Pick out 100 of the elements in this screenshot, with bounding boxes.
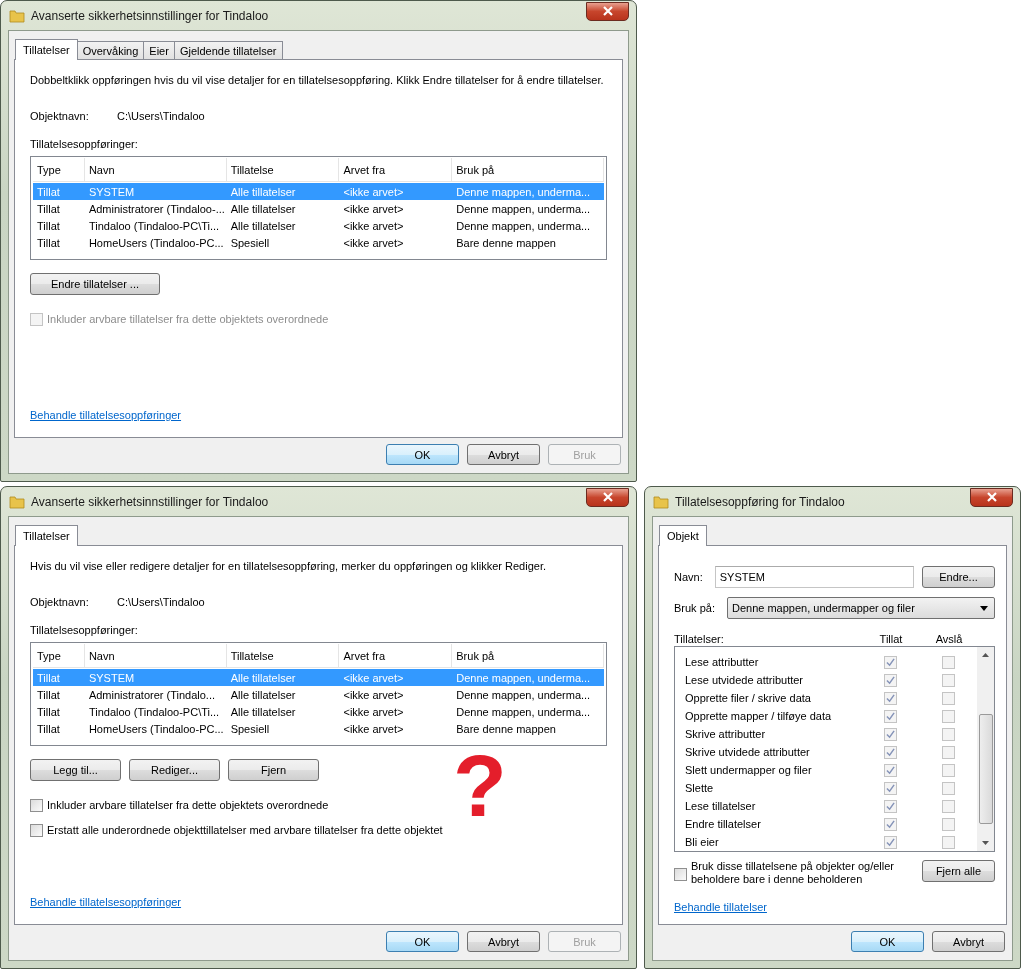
change-button[interactable]: Endre... — [922, 566, 995, 588]
table-row[interactable]: Tillat HomeUsers (Tindaloo-PC... Spesiell <ikke arvet> Bare denne mappen — [33, 720, 604, 737]
column-header[interactable]: Bruk på — [452, 158, 604, 181]
permission-name: Opprette mapper / tilføye data — [685, 709, 833, 723]
table-cell-text: Tillat — [36, 218, 61, 233]
dialog-button[interactable]: Avbryt — [932, 931, 1005, 952]
column-header[interactable]: Navn — [84, 158, 227, 181]
table-cell-text: <ikke arvet> — [342, 670, 405, 685]
checkbox-label: Inkluder arvbare tillatelser fra dette objektets overordnede — [47, 798, 329, 812]
window-title: Tillatelsesoppføring for Tindaloo — [675, 494, 846, 509]
tab[interactable]: Tillatelser — [15, 525, 78, 546]
checkbox[interactable] — [30, 823, 43, 837]
column-header[interactable]: Arvet fra — [339, 644, 453, 667]
tab[interactable]: Eier — [143, 41, 175, 59]
column-header[interactable]: Type — [33, 644, 85, 667]
object-name-label: Objektnavn: — [30, 595, 90, 609]
action-button[interactable]: Legg til... — [30, 759, 121, 781]
column-header[interactable]: Tillatelse — [226, 644, 340, 667]
tab[interactable]: Objekt — [659, 525, 707, 546]
remove-all-button[interactable]: Fjern alle — [922, 860, 995, 882]
permission-name: Lese attributter — [685, 655, 760, 669]
dialog-button[interactable]: OK — [386, 931, 459, 952]
table-row[interactable]: Tillat Administratorer (Tindalo... Alle tillatelser <ikke arvet> Denne mappen, underma... — [33, 686, 604, 703]
window-title: Avanserte sikkerhetsinnstillinger for Tindaloo — [31, 494, 270, 509]
folder-icon — [9, 7, 25, 24]
table-cell-text: Alle tillatelser — [229, 201, 297, 216]
table-cell-text: Tillat — [36, 670, 61, 685]
scroll-down-icon[interactable] — [982, 841, 989, 845]
scroll-up-icon[interactable] — [982, 653, 989, 657]
tab[interactable]: Gjeldende tillatelser — [173, 41, 283, 59]
close-button[interactable] — [586, 1, 629, 21]
table-cell-text: <ikke arvet> — [342, 218, 405, 233]
permission-name: Endre tillatelser — [685, 817, 762, 831]
dialog-button[interactable]: OK — [851, 931, 924, 952]
permissions-label: Tillatelser: — [674, 632, 725, 646]
dialog-button[interactable]: Avbryt — [467, 931, 540, 952]
table-cell-text: Tillat — [36, 721, 61, 736]
table-row[interactable]: Tillat Tindaloo (Tindaloo-PC\Ti... Alle tillatelser <ikke arvet> Denne mappen, underma... — [33, 703, 604, 720]
checkbox[interactable] — [674, 868, 687, 881]
table-row[interactable]: Tillat Administratorer (Tindaloo-... Alle tillatelser <ikke arvet> Denne mappen, underma... — [33, 200, 604, 217]
column-header: Avslå — [934, 632, 964, 646]
permission-name: Skrive utvidede attributter — [685, 745, 811, 759]
table-cell-text: Denne mappen, underma... — [455, 704, 592, 719]
column-header[interactable]: Type — [33, 158, 85, 181]
table-cell-text: <ikke arvet> — [342, 687, 405, 702]
dialog-button[interactable]: OK — [386, 444, 459, 465]
object-name-value: C:\Users\Tindaloo — [117, 109, 205, 123]
table-cell-text: Alle tillatelser — [229, 218, 297, 233]
manage-link[interactable]: Behandle tillatelsesoppføringer — [30, 895, 182, 909]
list-label: Tillatelsesoppføringer: — [30, 137, 139, 151]
close-icon — [601, 6, 614, 16]
checkbox-label: Bruk disse tillatelsene på objekter og/eller beholdere bare i denne beholderen — [691, 860, 895, 886]
table-cell-text: Alle tillatelser — [229, 687, 297, 702]
apply-dropdown[interactable]: Denne mappen, undermapper og filer — [726, 597, 995, 619]
table-cell-text: Tindaloo (Tindaloo-PC\Ti... — [87, 218, 221, 233]
table-cell-text: Tillat — [36, 704, 61, 719]
table-cell-text: Alle tillatelser — [229, 704, 297, 719]
column-header[interactable]: Navn — [84, 644, 227, 667]
checkbox-label: Erstatt alle underordnede objekttillatelser med arvbare tillatelser fra dette objektet — [47, 823, 443, 837]
action-button[interactable]: Rediger... — [129, 759, 220, 781]
checkbox[interactable] — [30, 798, 43, 812]
tab[interactable]: Overvåking — [76, 41, 145, 59]
table-cell-text: HomeUsers (Tindaloo-PC... — [87, 235, 225, 250]
table-cell-text: Alle tillatelser — [229, 670, 297, 685]
column-header[interactable]: Arvet fra — [339, 158, 453, 181]
table-cell-text: Tillat — [36, 184, 61, 199]
column-header[interactable]: Bruk på — [452, 644, 604, 667]
action-button[interactable]: Endre tillatelser ... — [30, 273, 161, 295]
table-cell-text: Denne mappen, underma... — [455, 670, 592, 685]
column-header: Tillat — [878, 632, 904, 646]
object-name-label: Objektnavn: — [30, 109, 90, 123]
table-row[interactable]: Tillat Tindaloo (Tindaloo-PC\Ti... Alle tillatelser <ikke arvet> Denne mappen, underma... — [33, 217, 604, 234]
table-cell-text: Spesiell — [229, 721, 271, 736]
permission-name: Opprette filer / skrive data — [685, 691, 812, 705]
column-header[interactable]: Tillatelse — [226, 158, 340, 181]
scrollbar[interactable] — [977, 647, 994, 851]
permission-name: Slette — [685, 781, 715, 795]
list-label: Tillatelsesoppføringer: — [30, 623, 139, 637]
description-text: Hvis du vil vise eller redigere detaljer for en tillatelsesoppføring, merker du oppføringen og klikker Rediger. — [30, 559, 548, 573]
dialog-button[interactable]: Avbryt — [467, 444, 540, 465]
table-cell-text: Administratorer (Tindaloo-... — [87, 201, 226, 216]
table-row[interactable]: Tillat HomeUsers (Tindaloo-PC... Spesiell <ikke arvet> Bare denne mappen — [33, 234, 604, 251]
close-button[interactable] — [970, 487, 1013, 507]
table-cell-text: Tindaloo (Tindaloo-PC\Ti... — [87, 704, 221, 719]
table-cell-text: Denne mappen, underma... — [455, 201, 592, 216]
name-label: Navn: — [674, 570, 703, 584]
table-cell-text: Alle tillatelser — [229, 184, 297, 199]
close-button[interactable] — [586, 487, 629, 507]
table-cell-text: Denne mappen, underma... — [455, 184, 592, 199]
table-cell-text: <ikke arvet> — [342, 201, 405, 216]
close-icon — [985, 492, 998, 502]
folder-icon — [653, 493, 669, 510]
name-field[interactable]: SYSTEM — [714, 566, 914, 588]
action-button[interactable]: Fjern — [228, 759, 319, 781]
manage-link[interactable]: Behandle tillatelsesoppføringer — [30, 408, 182, 422]
table-cell-text: Tillat — [36, 687, 61, 702]
table-cell-text: Bare denne mappen — [455, 721, 557, 736]
manage-link[interactable]: Behandle tillatelser — [674, 900, 767, 914]
tab[interactable]: Tillatelser — [15, 39, 78, 60]
table-cell-text: <ikke arvet> — [342, 235, 405, 250]
